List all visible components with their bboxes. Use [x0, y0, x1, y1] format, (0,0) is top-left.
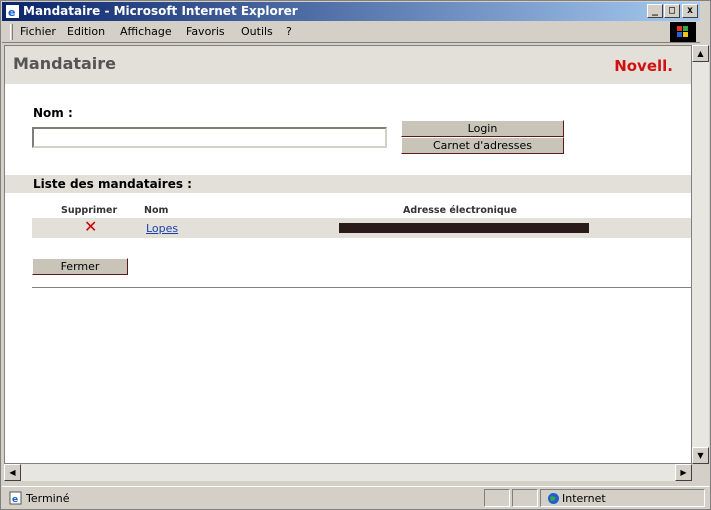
scroll-down-icon[interactable]: ▼ — [692, 447, 709, 464]
status-text: Terminé — [26, 492, 70, 505]
novell-logo: Novell. — [614, 57, 673, 75]
list-section-header: Liste des mandataires : — [5, 175, 691, 193]
maximize-button[interactable]: □ — [664, 4, 680, 18]
fermer-button[interactable]: Fermer — [32, 258, 128, 275]
status-cell — [484, 489, 510, 507]
status-bar: e Terminé Internet — [2, 486, 709, 508]
svg-text:e: e — [8, 6, 15, 19]
title-bar: e Mandataire - Microsoft Internet Explor… — [2, 2, 700, 21]
red-x-icon[interactable]: ✕ — [84, 219, 97, 235]
menu-bar: Fichier Edition Affichage Favoris Outils… — [2, 21, 700, 43]
page-icon: e — [9, 491, 22, 505]
column-header-name: Nom — [144, 205, 169, 216]
page-title: Mandataire — [13, 54, 117, 73]
list-title: Liste des mandataires : — [33, 177, 192, 191]
menu-favoris[interactable]: Favoris — [186, 25, 225, 38]
nom-input[interactable] — [32, 127, 387, 148]
divider — [32, 287, 691, 289]
window-title: Mandataire - Microsoft Internet Explorer — [23, 4, 298, 18]
page-viewport: Mandataire Novell. Nom : Login Carnet d'… — [4, 45, 692, 464]
browser-window: e Mandataire - Microsoft Internet Explor… — [0, 0, 711, 510]
zone-text: Internet — [562, 492, 606, 505]
vertical-scrollbar[interactable]: ▲ ▼ — [692, 45, 709, 464]
column-header-email: Adresse électronique — [403, 205, 517, 216]
menu-outils[interactable]: Outils — [241, 25, 273, 38]
nom-label: Nom : — [33, 106, 73, 120]
svg-text:e: e — [12, 495, 18, 505]
close-button[interactable]: x — [682, 4, 698, 18]
horizontal-scrollbar[interactable]: ◀ ▶ — [4, 464, 692, 481]
ie-icon: e — [6, 5, 19, 19]
mandataire-name-link[interactable]: Lopes — [146, 222, 178, 235]
menu-help[interactable]: ? — [286, 25, 292, 38]
scroll-right-icon[interactable]: ▶ — [675, 464, 692, 481]
status-cell — [512, 489, 538, 507]
minimize-button[interactable]: _ — [647, 4, 663, 18]
menu-fichier[interactable]: Fichier — [20, 25, 56, 38]
table-row: ✕ Lopes — [32, 218, 691, 238]
email-value-redacted — [339, 223, 589, 233]
login-button[interactable]: Login — [401, 120, 564, 137]
toolbar-grip — [10, 24, 13, 40]
carnet-adresses-button[interactable]: Carnet d'adresses — [401, 137, 564, 154]
zone-cell: Internet — [540, 489, 705, 507]
windows-logo-icon — [670, 22, 696, 42]
scroll-left-icon[interactable]: ◀ — [4, 464, 21, 481]
menu-affichage[interactable]: Affichage — [120, 25, 172, 38]
scroll-up-icon[interactable]: ▲ — [692, 45, 709, 62]
page-header: Mandataire Novell. — [5, 46, 691, 84]
globe-icon — [548, 493, 559, 504]
column-header-delete: Supprimer — [61, 205, 118, 216]
menu-edition[interactable]: Edition — [67, 25, 105, 38]
scroll-corner — [692, 464, 709, 481]
